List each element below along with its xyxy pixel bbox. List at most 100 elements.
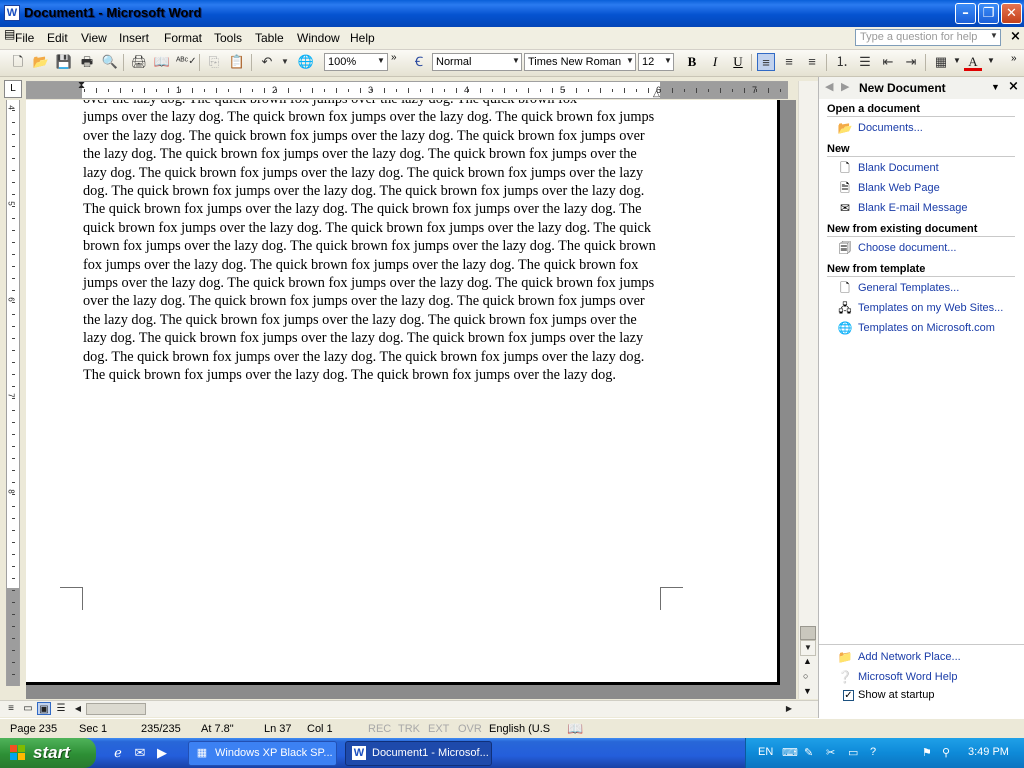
zoom-dropdown-icon[interactable]: ▼: [377, 56, 385, 65]
display-icon[interactable]: ▭: [848, 746, 858, 759]
help-search-input[interactable]: Type a question for help: [855, 29, 1001, 46]
link-general-templates[interactable]: General Templates...: [858, 282, 959, 294]
status-rec[interactable]: REC: [368, 723, 391, 735]
insert-hyperlink-icon[interactable]: 🌐: [297, 53, 315, 71]
restore-button[interactable]: ❐: [978, 3, 999, 24]
align-right-icon[interactable]: ≡: [803, 53, 821, 71]
research-icon[interactable]: 📖: [153, 53, 171, 71]
print-preview-icon[interactable]: 🔍: [101, 53, 119, 71]
scroll-left-button[interactable]: ◀: [71, 702, 85, 715]
link-word-help[interactable]: Microsoft Word Help: [858, 671, 957, 683]
menu-help[interactable]: Help: [350, 31, 375, 45]
close-button[interactable]: ✕: [1001, 3, 1022, 24]
document-page[interactable]: over the lazy dog. The quick brown fox j…: [26, 100, 780, 685]
paste-icon[interactable]: 📋: [228, 53, 246, 71]
undo-icon[interactable]: ↶: [258, 53, 276, 71]
menu-edit[interactable]: Edit: [47, 31, 68, 45]
keyboard-icon[interactable]: ⌨: [782, 746, 798, 759]
help-tray-icon[interactable]: ?: [870, 746, 876, 758]
first-line-indent-marker[interactable]: ⧗: [78, 80, 85, 91]
menu-tools[interactable]: Tools: [214, 31, 242, 45]
forward-icon[interactable]: ▶: [841, 80, 849, 93]
toolbar-options-icon[interactable]: »: [1011, 53, 1017, 64]
status-ovr[interactable]: OVR: [458, 723, 482, 735]
borders-dropdown-icon[interactable]: ▼: [953, 56, 961, 65]
menu-file[interactable]: File: [15, 31, 34, 45]
media-player-icon[interactable]: ▶: [153, 744, 171, 762]
decrease-indent-icon[interactable]: ⇤: [879, 53, 897, 71]
cut-copy-icon[interactable]: ⎘: [205, 53, 223, 71]
undo-dropdown-icon[interactable]: ▼: [276, 53, 294, 71]
link-templates-web-sites[interactable]: Templates on my Web Sites...: [858, 302, 1003, 314]
style-dropdown-icon[interactable]: ▼: [512, 56, 520, 65]
scroll-right-button[interactable]: ▶: [782, 702, 796, 715]
increase-indent-icon[interactable]: ⇥: [902, 53, 920, 71]
internet-explorer-icon[interactable]: ℯ: [109, 744, 127, 762]
menu-window[interactable]: Window: [297, 31, 340, 45]
outline-view-icon[interactable]: ☰: [54, 702, 68, 715]
pen-icon[interactable]: ✎: [804, 746, 813, 759]
vertical-scroll-thumb[interactable]: [800, 626, 816, 640]
tab-selector[interactable]: L: [4, 80, 22, 98]
font-color-icon[interactable]: A: [964, 53, 982, 71]
spelling-icon[interactable]: ᴬᴮᶜ✓: [176, 53, 197, 71]
styles-formatting-icon[interactable]: Ꞓ: [410, 53, 428, 71]
print-icon[interactable]: 🖨: [130, 53, 148, 71]
vertical-ruler[interactable]: 4 5 6 7 8: [6, 100, 20, 686]
open-folder-icon[interactable]: 📂: [32, 53, 50, 71]
select-browse-object-icon[interactable]: ○: [803, 671, 808, 681]
save-icon[interactable]: 💾: [55, 53, 73, 71]
menu-table[interactable]: Table: [255, 31, 284, 45]
permission-icon[interactable]: 🖶: [78, 53, 96, 71]
search-tray-icon[interactable]: ⚲: [942, 746, 950, 759]
taskbar-button-windows-xp[interactable]: ▦ Windows XP Black SP...: [188, 741, 337, 766]
right-indent-marker[interactable]: △: [653, 88, 660, 99]
borders-icon[interactable]: ▦: [932, 53, 950, 71]
minimize-button[interactable]: –: [955, 3, 976, 24]
document-text[interactable]: over the lazy dog. The quick brown fox j…: [83, 100, 661, 385]
outlook-icon[interactable]: ✉: [131, 744, 149, 762]
link-blank-document[interactable]: Blank Document: [858, 162, 939, 174]
toolbar-options-icon[interactable]: »: [391, 52, 397, 63]
previous-page-icon[interactable]: ▲: [803, 656, 812, 666]
scroll-down-button[interactable]: ▼: [800, 640, 816, 656]
web-layout-view-icon[interactable]: ▭: [21, 702, 35, 715]
document-close-icon[interactable]: ×: [1010, 29, 1021, 44]
link-blank-web-page[interactable]: Blank Web Page: [858, 182, 940, 194]
align-left-icon[interactable]: ≡: [757, 53, 775, 71]
network-tray-icon[interactable]: ⚑: [922, 746, 932, 759]
print-layout-view-icon[interactable]: ▣: [37, 702, 51, 715]
spelling-status-icon[interactable]: 📖: [567, 721, 583, 737]
link-blank-email[interactable]: Blank E-mail Message: [858, 202, 967, 214]
style-combo[interactable]: Normal: [432, 53, 522, 71]
horizontal-scrollbar[interactable]: ≡ ▭ ▣ ☰ ◀ ▶: [0, 700, 818, 717]
link-choose-document[interactable]: Choose document...: [858, 242, 956, 254]
word-menu-icon[interactable]: ▤: [4, 27, 15, 41]
bullets-icon[interactable]: ☰: [856, 53, 874, 71]
vertical-scrollbar[interactable]: ▼ ▲ ○ ▼: [798, 81, 818, 699]
task-pane-close-icon[interactable]: ×: [1008, 79, 1019, 94]
link-add-network-place[interactable]: Add Network Place...: [858, 651, 961, 663]
status-ext[interactable]: EXT: [428, 723, 449, 735]
status-language[interactable]: English (U.S: [489, 723, 550, 735]
status-trk[interactable]: TRK: [398, 723, 420, 735]
start-button[interactable]: start: [0, 738, 96, 768]
link-documents[interactable]: Documents...: [858, 122, 923, 134]
italic-button[interactable]: I: [706, 53, 724, 71]
menu-format[interactable]: Format: [164, 31, 202, 45]
back-icon[interactable]: ◀: [825, 80, 833, 93]
numbering-icon[interactable]: ⒈: [833, 53, 851, 71]
tools-icon[interactable]: ✂: [826, 746, 835, 759]
language-indicator[interactable]: EN: [758, 746, 773, 758]
show-at-startup-checkbox[interactable]: ✓: [843, 690, 854, 701]
underline-button[interactable]: U: [729, 53, 747, 71]
horizontal-scroll-thumb[interactable]: [86, 703, 146, 715]
next-page-icon[interactable]: ▼: [803, 686, 812, 696]
normal-view-icon[interactable]: ≡: [4, 702, 18, 715]
align-center-icon[interactable]: ≡: [780, 53, 798, 71]
taskbar-button-word[interactable]: W Document1 - Microsof...: [345, 741, 492, 766]
menu-insert[interactable]: Insert: [119, 31, 149, 45]
horizontal-ruler[interactable]: 1 2 3 4 5 6 7: [26, 81, 788, 99]
menu-view[interactable]: View: [81, 31, 107, 45]
word-app-icon[interactable]: W: [4, 5, 20, 21]
